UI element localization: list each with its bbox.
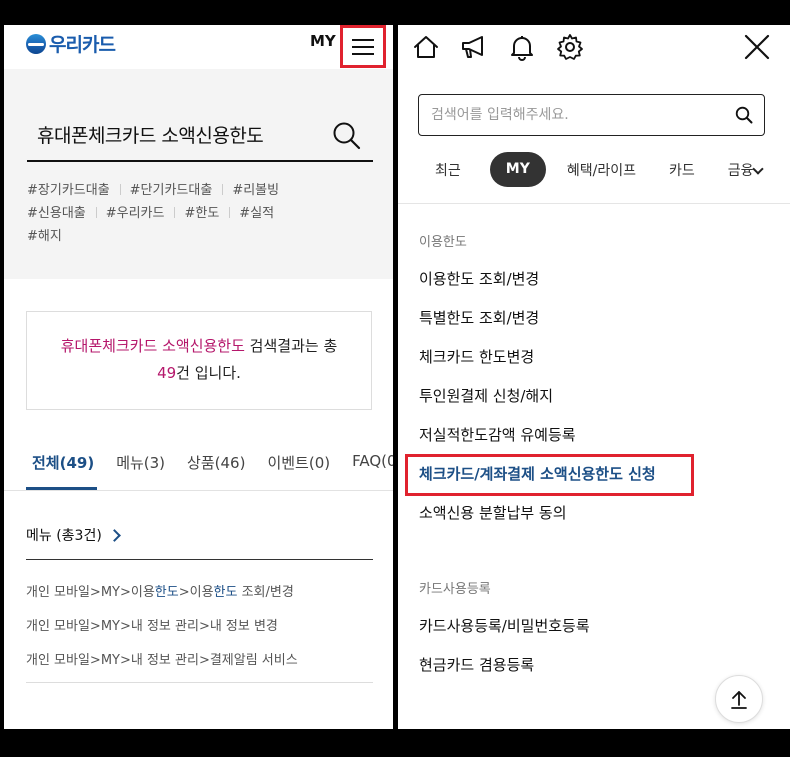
tag[interactable]: #실적 [239, 202, 274, 225]
woori-logo-icon [26, 33, 46, 54]
tag-divider [222, 184, 224, 195]
category-recent[interactable]: 최근 [435, 160, 461, 180]
menu-item[interactable]: 특별한도 조회/변경 [419, 307, 539, 328]
search-area: 휴대폰체크카드 소액신용한도 #장기카드대출 #단기카드대출 #리볼빙 #신용대출 #… [4, 69, 393, 279]
menu-item[interactable]: 소액신용 분할납부 동의 [419, 502, 567, 523]
my-link[interactable]: MY [310, 32, 336, 50]
tag[interactable]: #해지 [27, 225, 62, 248]
tab-events[interactable]: 이벤트(0) [267, 452, 330, 473]
menu-path-item[interactable]: 개인 모바일>MY>내 정보 관리>결제알림 서비스 [26, 644, 298, 678]
menu-item-small-credit-limit[interactable]: 체크카드/계좌결제 소액신용한도 신청 [419, 463, 656, 484]
scroll-top-button[interactable] [715, 675, 763, 723]
result-text: 검색결과는 총 [244, 337, 338, 355]
tag-divider [119, 184, 121, 195]
chevron-right-icon [107, 528, 121, 542]
logo[interactable]: 우리카드 [26, 30, 116, 57]
tag-divider [229, 207, 231, 218]
tab-all[interactable]: 전체(49) [32, 452, 94, 473]
section-rule [26, 559, 373, 560]
tab-menu[interactable]: 메뉴(3) [116, 452, 165, 473]
top-icons [412, 33, 584, 61]
menu-item[interactable]: 저실적한도감액 유예등록 [419, 424, 576, 445]
path-keyword: 한도 [213, 585, 238, 600]
path-text: >이용 [178, 585, 214, 600]
path-text: 개인 모바일>MY>이용 [26, 585, 155, 600]
hamburger-menu-button[interactable] [340, 25, 386, 68]
category-finance[interactable]: 금융 [728, 160, 754, 180]
result-text-suffix: 건 입니다. [176, 364, 241, 382]
arrow-up-icon [731, 691, 747, 709]
hamburger-icon [352, 38, 374, 41]
menu-search-box [418, 94, 765, 136]
tab-products[interactable]: 상품(46) [187, 452, 245, 473]
tab-faq[interactable]: FAQ(0) [352, 452, 393, 473]
side-menu-panel: 최근 MY 혜택/라이프 카드 금융 이용한도 이용한도 조회/변경 특별한도 … [398, 25, 790, 729]
menu-item[interactable]: 현금카드 겸용등록 [419, 654, 534, 675]
header: 우리카드 MY [4, 25, 393, 69]
bell-icon[interactable] [508, 33, 536, 61]
result-keyword: 휴대폰체크카드 소액신용한도 [60, 337, 245, 355]
category-benefits[interactable]: 혜택/라이프 [567, 160, 636, 180]
hamburger-icon-line [352, 52, 374, 55]
menu-path-list: 개인 모바일>MY>이용한도>이용한도 조회/변경 개인 모바일>MY>내 정보… [26, 576, 298, 678]
search-underline [27, 160, 373, 162]
gear-icon[interactable] [556, 33, 584, 61]
hamburger-icon-line [352, 45, 374, 48]
logo-text: 우리카드 [49, 34, 116, 56]
menu-path-item[interactable]: 개인 모바일>MY>이용한도>이용한도 조회/변경 [26, 576, 298, 610]
result-count: 49 [157, 364, 177, 382]
menu-search-input[interactable] [419, 95, 719, 135]
megaphone-icon[interactable] [460, 33, 488, 61]
search-icon[interactable] [331, 120, 361, 150]
path-keyword: 한도 [154, 585, 179, 600]
menu-item[interactable]: 투인원결제 신청/해지 [419, 385, 553, 406]
bottom-rule [26, 682, 373, 683]
menu-section-title[interactable]: 메뉴 (총3건) [26, 525, 121, 545]
menu-item[interactable]: 카드사용등록/비밀번호등록 [419, 615, 590, 636]
menu-item[interactable]: 이용한도 조회/변경 [419, 268, 539, 289]
result-tabs: 전체(49) 메뉴(3) 상품(46) 이벤트(0) FAQ(0) [32, 452, 393, 473]
tag[interactable]: #리볼빙 [232, 179, 279, 202]
tag[interactable]: #장기카드대출 [27, 179, 110, 202]
tag[interactable]: #우리카드 [106, 202, 165, 225]
tab-divider-line [4, 490, 393, 491]
menu-path-item[interactable]: 개인 모바일>MY>내 정보 관리>내 정보 변경 [26, 610, 298, 644]
section-title: 카드사용등록 [419, 582, 491, 597]
search-results-panel: 우리카드 MY 휴대폰체크카드 소액신용한도 #장기카드대출 #단기카드대출 #리볼… [4, 25, 393, 729]
suggested-tags: #장기카드대출 #단기카드대출 #리볼빙 #신용대출 #우리카드 #한도 #실적 #해지 [27, 179, 367, 248]
home-icon[interactable] [412, 33, 440, 61]
category-my[interactable]: MY [489, 152, 546, 187]
section-title: 이용한도 [419, 235, 467, 250]
category-divider [398, 203, 790, 204]
close-icon[interactable] [743, 33, 771, 61]
category-card[interactable]: 카드 [669, 160, 695, 180]
result-summary: 휴대폰체크카드 소액신용한도 검색결과는 총 49건 입니다. [26, 311, 372, 410]
search-query-text[interactable]: 휴대폰체크카드 소액신용한도 [37, 121, 264, 148]
search-icon[interactable] [735, 106, 753, 124]
tag[interactable]: #단기카드대출 [130, 179, 213, 202]
tag-divider [174, 207, 176, 218]
menu-categories: 최근 MY 혜택/라이프 카드 금융 [435, 152, 787, 187]
tag[interactable]: #신용대출 [27, 202, 86, 225]
tag-divider [95, 207, 97, 218]
menu-item[interactable]: 체크카드 한도변경 [419, 346, 534, 367]
menu-section-label: 메뉴 (총3건) [26, 528, 102, 544]
path-text: 조회/변경 [237, 585, 294, 600]
tag[interactable]: #한도 [184, 202, 219, 225]
